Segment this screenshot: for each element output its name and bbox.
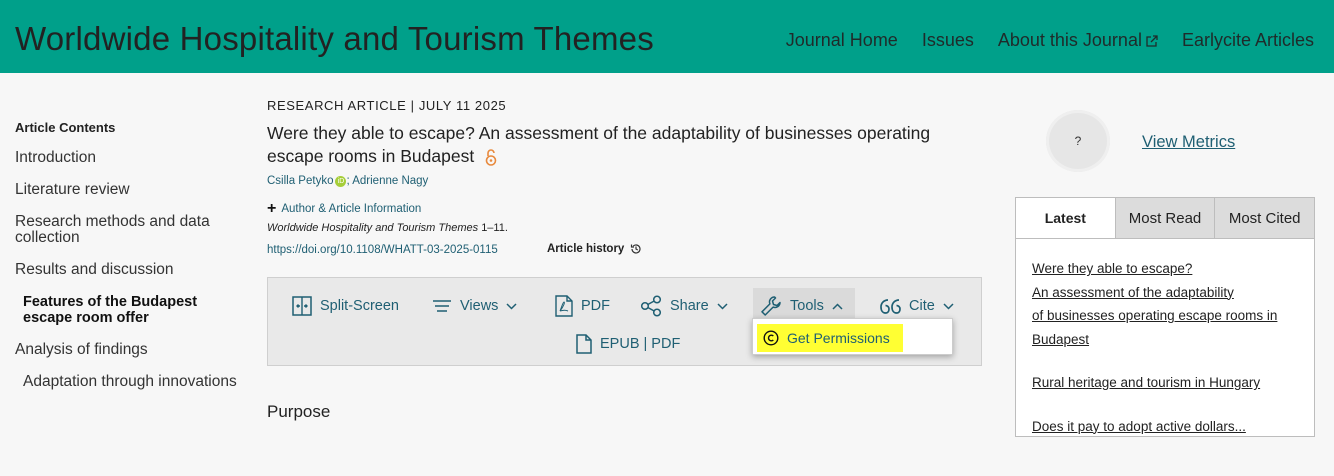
epub-pdf-label: EPUB | PDF (600, 336, 681, 352)
chevron-down-icon (506, 302, 517, 310)
related-list: Were they able to escape? An assessment … (1016, 239, 1314, 476)
tab-most-cited[interactable]: Most Cited (1214, 198, 1315, 238)
nav-issues[interactable]: Issues (922, 30, 974, 51)
author-link[interactable]: Adrienne Nagy (352, 175, 428, 187)
article-history-label: Article history (547, 243, 625, 255)
author-list: Csilla Petyko iD; Adrienne Nagy (267, 175, 428, 187)
citation-line: Worldwide Hospitality and Tourism Themes… (267, 222, 508, 234)
related-article-line: Were they able to escape? (1032, 261, 1193, 276)
related-article-link[interactable]: Does it pay to adopt active dollars... (1032, 415, 1298, 439)
nav-journal-home[interactable]: Journal Home (786, 30, 898, 51)
tools-dropdown: Get Permissions (752, 318, 953, 355)
epub-pdf-button[interactable]: EPUB | PDF (576, 334, 680, 354)
nav-earlycite[interactable]: Earlycite Articles (1182, 30, 1314, 51)
nav-about-label: About this Journal (997, 30, 1142, 50)
toc-item-literature-review[interactable]: Literature review (15, 182, 245, 198)
citation-journal: Worldwide Hospitality and Tourism Themes (267, 222, 479, 234)
article-title-text: Were they able to escape? An assessment … (267, 123, 931, 166)
related-tabs: Latest Most Read Most Cited (1016, 198, 1315, 239)
related-articles-panel: Latest Most Read Most Cited Were they ab… (1015, 197, 1315, 437)
orcid-icon[interactable]: iD (335, 176, 347, 187)
article-title: Were they able to escape? An assessment … (267, 122, 987, 168)
toc-item-analysis[interactable]: Analysis of findings (15, 342, 245, 358)
related-article-line: of businesses operating escape rooms in (1032, 308, 1278, 323)
altmetric-badge[interactable]: ? (1046, 110, 1110, 172)
journal-title[interactable]: Worldwide Hospitality and Tourism Themes (15, 20, 654, 58)
views-button[interactable]: Views (432, 288, 517, 324)
author-info-label: Author & Article Information (281, 203, 422, 215)
split-screen-label: Split-Screen (320, 298, 399, 314)
history-icon (631, 244, 641, 254)
top-nav: Journal Home Issues About this Journal E… (786, 30, 1314, 51)
author-info-toggle[interactable]: + Author & Article Information (267, 200, 421, 218)
related-article-line: An assessment of the adaptability (1032, 284, 1234, 300)
related-article-link[interactable]: Were they able to escape? An assessment … (1032, 257, 1298, 351)
toc-item-research-methods[interactable]: Research methods and data collection (15, 214, 245, 246)
article-history-toggle[interactable]: Article history (547, 243, 642, 255)
wrench-icon (761, 296, 781, 316)
author-link[interactable]: Csilla Petyko (267, 175, 333, 187)
pdf-button[interactable]: PDF (555, 288, 610, 324)
open-access-icon (485, 149, 497, 166)
external-link-icon (1146, 34, 1158, 47)
toc-item-results[interactable]: Results and discussion (15, 262, 245, 278)
site-header: Worldwide Hospitality and Tourism Themes… (0, 0, 1334, 73)
split-screen-icon (292, 296, 312, 316)
altmetric-badge-text: ? (1074, 134, 1082, 148)
quote-icon (880, 299, 901, 314)
doi-link[interactable]: https://doi.org/10.1108/WHATT-03-2025-01… (267, 244, 498, 256)
nav-about-journal[interactable]: About this Journal (998, 30, 1158, 51)
tab-latest[interactable]: Latest (1016, 198, 1115, 238)
get-permissions-item[interactable]: Get Permissions (757, 324, 903, 352)
cite-label: Cite (909, 298, 935, 314)
meta-separator: | (410, 98, 415, 113)
document-icon (576, 334, 592, 354)
toc-heading: Article Contents (15, 120, 116, 135)
plus-icon: + (267, 200, 277, 217)
share-icon (640, 295, 662, 317)
article-contents: Introduction Literature review Research … (15, 150, 245, 406)
chevron-down-icon (943, 302, 954, 310)
chevron-down-icon (717, 302, 728, 310)
views-label: Views (460, 298, 499, 314)
author-separator: ; (346, 175, 350, 187)
toc-item-adaptation[interactable]: Adaptation through innovations (15, 374, 245, 390)
share-label: Share (670, 298, 709, 314)
copyright-icon (763, 330, 779, 346)
get-permissions-label: Get Permissions (787, 330, 890, 346)
tab-most-read[interactable]: Most Read (1114, 198, 1215, 238)
split-screen-button[interactable]: Split-Screen (292, 288, 399, 324)
chevron-up-icon (832, 302, 843, 310)
pdf-icon (555, 295, 573, 317)
tools-label: Tools (790, 298, 824, 314)
toc-item-budapest-offer[interactable]: Features of the Budapest escape room off… (15, 294, 245, 326)
related-article-line: Budapest (1032, 331, 1090, 347)
citation-pages: 1–11. (481, 222, 508, 234)
share-button[interactable]: Share (640, 288, 728, 324)
pdf-label: PDF (581, 298, 610, 314)
article-type: RESEARCH ARTICLE (267, 98, 407, 113)
section-heading-purpose: Purpose (267, 402, 331, 421)
related-article-link[interactable]: Rural heritage and tourism in Hungary (1032, 371, 1298, 395)
views-icon (433, 300, 451, 312)
toc-item-introduction[interactable]: Introduction (15, 150, 245, 166)
article-date: JULY 11 2025 (418, 98, 507, 113)
article-meta: RESEARCH ARTICLE | JULY 11 2025 (267, 98, 506, 113)
view-metrics-link[interactable]: View Metrics (1142, 133, 1235, 152)
